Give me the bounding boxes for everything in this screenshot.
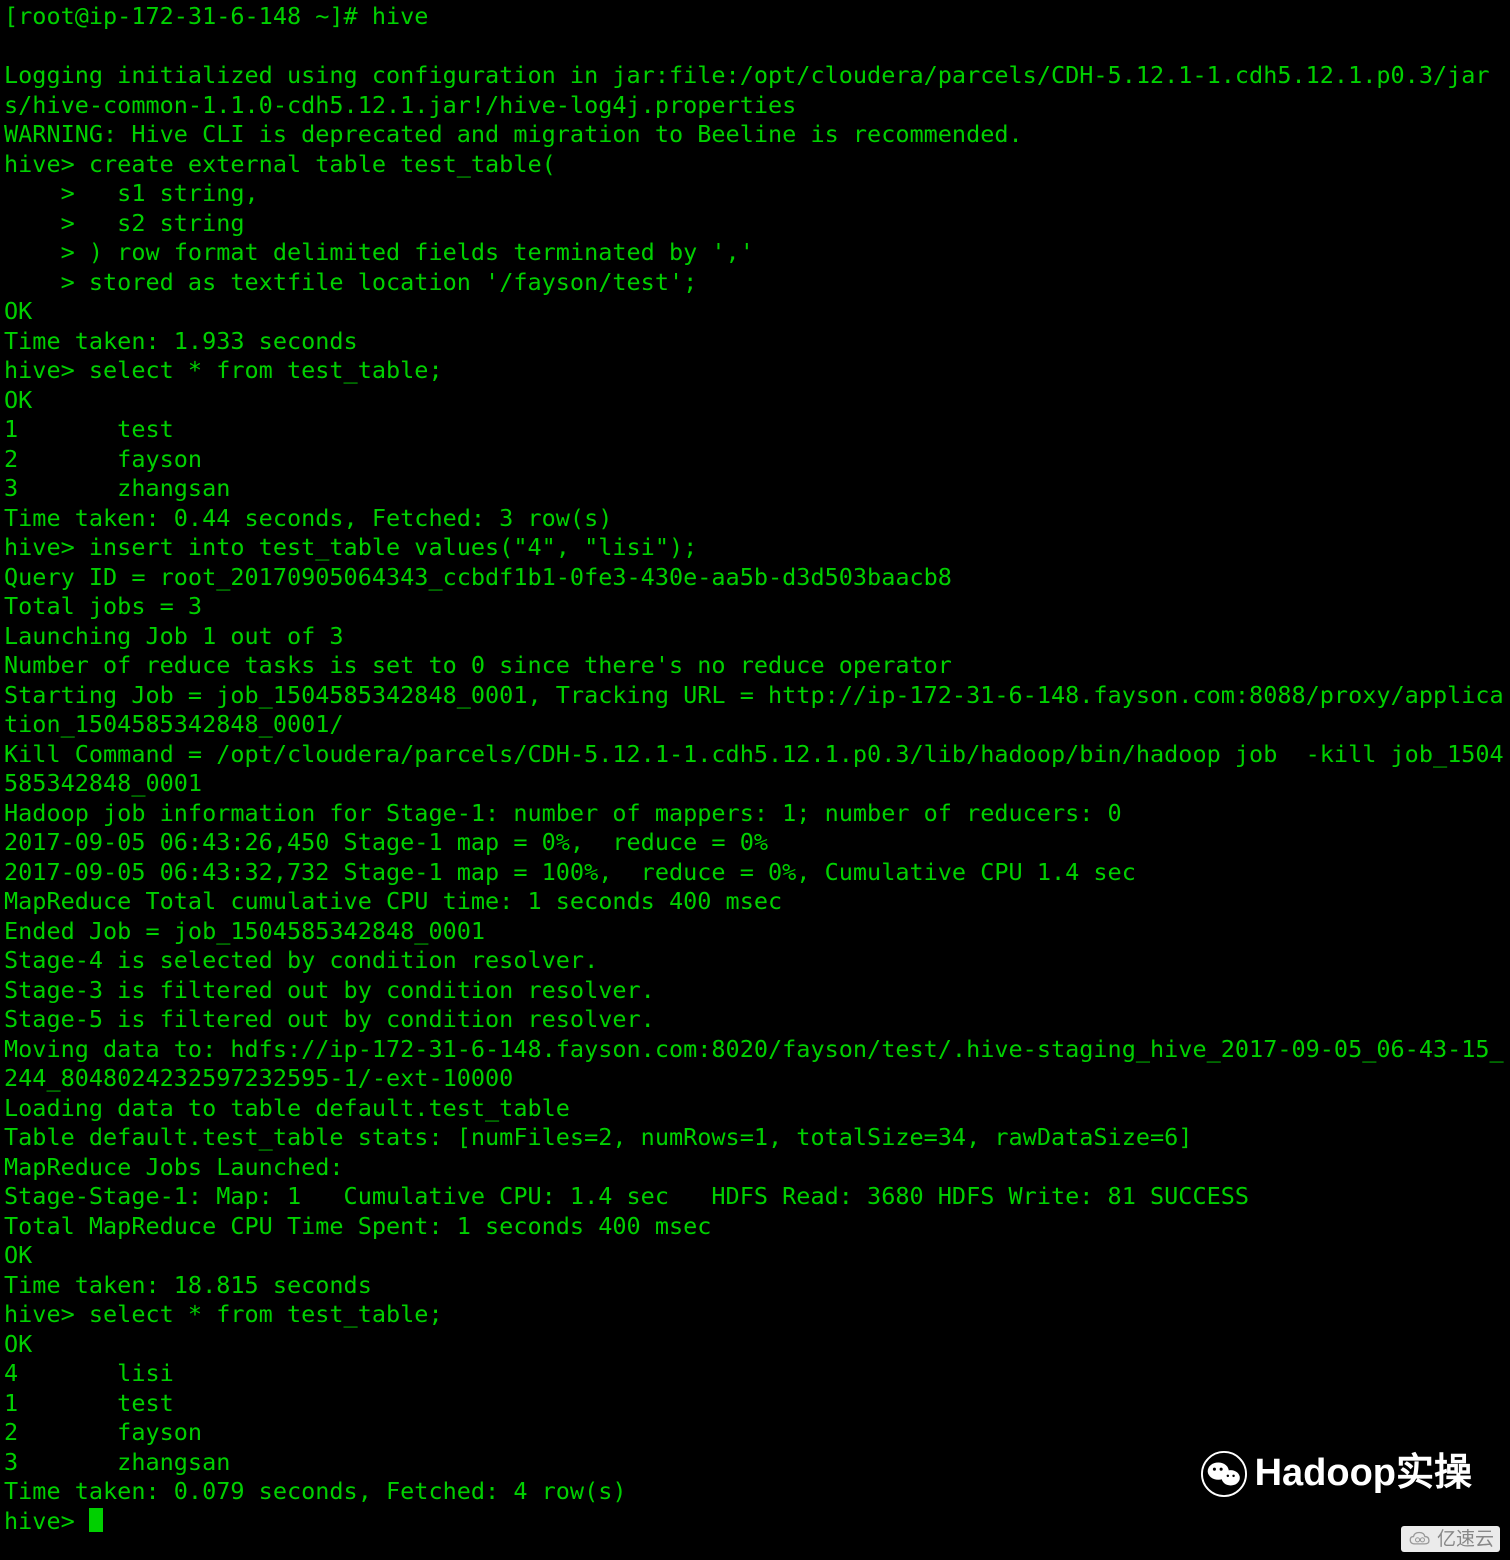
- log-line: 2017-09-05 06:43:26,450 Stage-1 map = 0%…: [4, 828, 768, 856]
- log-line: Stage-5 is filtered out by condition res…: [4, 1005, 655, 1033]
- time-line: Time taken: 0.44 seconds, Fetched: 3 row…: [4, 504, 612, 532]
- time-line: Time taken: 0.079 seconds, Fetched: 4 ro…: [4, 1477, 627, 1505]
- hive-cmd: > ) row format delimited fields terminat…: [4, 238, 754, 266]
- hive-cmd: hive> select * from test_table;: [4, 1300, 443, 1328]
- table-row: 3 zhangsan: [4, 474, 230, 502]
- ok-line: OK: [4, 386, 32, 414]
- log-line: Query ID = root_20170905064343_ccbdf1b1-…: [4, 563, 952, 591]
- table-row: 2 fayson: [4, 445, 202, 473]
- hive-cmd: > s2 string: [4, 209, 245, 237]
- log-line: Launching Job 1 out of 3: [4, 622, 344, 650]
- log-line: Stage-3 is filtered out by condition res…: [4, 976, 655, 1004]
- log-line: Total jobs = 3: [4, 592, 202, 620]
- hive-cmd: hive> select * from test_table;: [4, 356, 443, 384]
- wechat-icon: [1201, 1451, 1247, 1497]
- table-row: 1 test: [4, 415, 174, 443]
- shell-prompt: [root@ip-172-31-6-148 ~]# hive: [4, 2, 428, 30]
- log-line: Kill Command = /opt/cloudera/parcels/CDH…: [4, 740, 1504, 798]
- log-line: Moving data to: hdfs://ip-172-31-6-148.f…: [4, 1035, 1504, 1093]
- hive-cmd: hive> insert into test_table values("4",…: [4, 533, 697, 561]
- log-line: Stage-Stage-1: Map: 1 Cumulative CPU: 1.…: [4, 1182, 1249, 1210]
- ok-line: OK: [4, 297, 32, 325]
- watermark-text-2: 亿速云: [1437, 1530, 1494, 1549]
- log-line: Ended Job = job_1504585342848_0001: [4, 917, 485, 945]
- table-row: 2 fayson: [4, 1418, 202, 1446]
- table-row: 4 lisi: [4, 1359, 174, 1387]
- log-line: Logging initialized using configuration …: [4, 61, 1490, 119]
- ok-line: OK: [4, 1330, 32, 1358]
- log-line: Total MapReduce CPU Time Spent: 1 second…: [4, 1212, 711, 1240]
- cloud-icon: [1407, 1528, 1433, 1550]
- log-line: 2017-09-05 06:43:32,732 Stage-1 map = 10…: [4, 858, 1136, 886]
- log-line: Number of reduce tasks is set to 0 since…: [4, 651, 952, 679]
- table-row: 1 test: [4, 1389, 174, 1417]
- log-line: Loading data to table default.test_table: [4, 1094, 570, 1122]
- hive-cmd: > s1 string,: [4, 179, 259, 207]
- ok-line: OK: [4, 1241, 32, 1269]
- hive-cmd: > stored as textfile location '/fayson/t…: [4, 268, 697, 296]
- log-line: Starting Job = job_1504585342848_0001, T…: [4, 681, 1504, 739]
- cursor: [89, 1508, 103, 1532]
- log-line: Table default.test_table stats: [numFile…: [4, 1123, 1192, 1151]
- table-row: 3 zhangsan: [4, 1448, 230, 1476]
- watermark-wechat: Hadoop实操: [1201, 1451, 1472, 1497]
- watermark-text: Hadoop实操: [1255, 1459, 1472, 1489]
- hive-prompt: hive>: [4, 1507, 89, 1535]
- hive-cmd: hive> create external table test_table(: [4, 150, 556, 178]
- log-line: MapReduce Jobs Launched:: [4, 1153, 344, 1181]
- log-line: Hadoop job information for Stage-1: numb…: [4, 799, 1122, 827]
- terminal-output[interactable]: [root@ip-172-31-6-148 ~]# hive Logging i…: [0, 0, 1510, 1560]
- watermark-yisu: 亿速云: [1401, 1526, 1500, 1552]
- warning-line: WARNING: Hive CLI is deprecated and migr…: [4, 120, 1023, 148]
- time-line: Time taken: 18.815 seconds: [4, 1271, 372, 1299]
- time-line: Time taken: 1.933 seconds: [4, 327, 358, 355]
- log-line: MapReduce Total cumulative CPU time: 1 s…: [4, 887, 782, 915]
- log-line: Stage-4 is selected by condition resolve…: [4, 946, 598, 974]
